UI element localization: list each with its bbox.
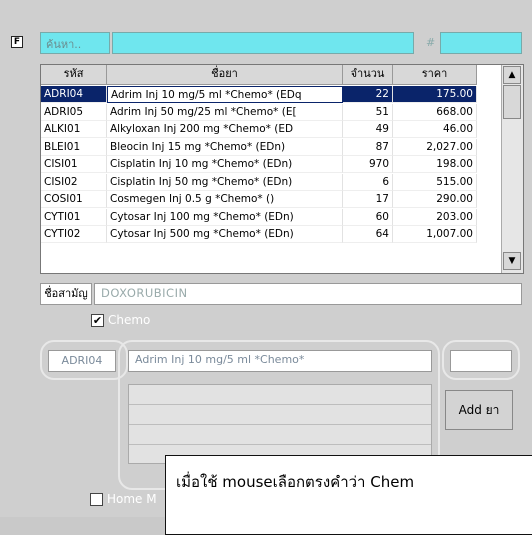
cell-code: ALKI01 bbox=[41, 121, 107, 138]
column-header-name[interactable]: ชื่อยา bbox=[107, 65, 343, 85]
cell-drug-name: Cisplatin Inj 50 mg *Chemo* (EDn) bbox=[107, 173, 343, 191]
cell-code: CISI02 bbox=[41, 173, 107, 191]
cell-quantity: 64 bbox=[343, 226, 393, 243]
cell-drug-name: Cosmegen Inj 0.5 g *Chemo* () bbox=[107, 191, 343, 208]
cell-code: COSI01 bbox=[41, 191, 107, 208]
search-text-field[interactable] bbox=[112, 32, 414, 54]
cell-code: CYTI02 bbox=[41, 226, 107, 243]
home-med-checkbox[interactable] bbox=[90, 493, 103, 506]
cell-drug-name: Cytosar Inj 500 mg *Chemo* (EDn) bbox=[107, 226, 343, 243]
cell-code: ADRI05 bbox=[41, 103, 107, 121]
cell-code: BLEI01 bbox=[41, 138, 107, 156]
add-drug-button[interactable]: Add ยา bbox=[445, 390, 513, 430]
added-drugs-list[interactable] bbox=[128, 384, 432, 464]
cell-drug-name: Cisplatin Inj 10 mg *Chemo* (EDn) bbox=[107, 156, 343, 173]
table-row[interactable]: ADRI04 Adrim Inj 10 mg/5 ml *Chemo* (EDq 2… bbox=[41, 86, 499, 103]
list-divider bbox=[129, 424, 431, 425]
cell-code: CYTI01 bbox=[41, 208, 107, 226]
cell-quantity: 970 bbox=[343, 156, 393, 173]
list-divider bbox=[129, 444, 431, 445]
hash-label: # bbox=[426, 36, 436, 49]
table-header: รหัส ชื่อยา จำนวน ราคา bbox=[41, 65, 499, 85]
quantity-field[interactable] bbox=[450, 350, 512, 372]
cell-price: 515.00 bbox=[393, 173, 477, 191]
cell-drug-name: Bleocin Inj 15 mg *Chemo* (EDn) bbox=[107, 138, 343, 156]
cell-code: CISI01 bbox=[41, 156, 107, 173]
cell-quantity: 17 bbox=[343, 191, 393, 208]
table-row[interactable]: CISI02 Cisplatin Inj 50 mg *Chemo* (EDn) 6… bbox=[41, 173, 499, 191]
table-scrollbar[interactable]: ▲ ▼ bbox=[501, 65, 523, 273]
scroll-up-icon[interactable]: ▲ bbox=[503, 66, 521, 84]
column-header-price[interactable]: ราคา bbox=[393, 65, 477, 85]
table-row[interactable]: COSI01 Cosmegen Inj 0.5 g *Chemo* () 17 290… bbox=[41, 191, 499, 208]
scroll-thumb[interactable] bbox=[503, 85, 521, 119]
selected-code-field[interactable]: ADRI04 bbox=[48, 350, 116, 372]
cell-quantity: 87 bbox=[343, 138, 393, 156]
list-divider bbox=[129, 404, 431, 405]
window-menu-icon[interactable]: F bbox=[11, 36, 23, 48]
cell-quantity: 6 bbox=[343, 173, 393, 191]
number-input[interactable] bbox=[440, 32, 522, 54]
generic-name-field[interactable]: DOXORUBICIN bbox=[94, 283, 522, 305]
cell-price: 203.00 bbox=[393, 208, 477, 226]
column-header-qty[interactable]: จำนวน bbox=[343, 65, 393, 85]
cell-drug-name: Cytosar Inj 100 mg *Chemo* (EDn) bbox=[107, 208, 343, 226]
callout-text: เมื่อใช้ mouseเลือกตรงคำว่า Chem bbox=[176, 473, 415, 491]
column-header-code[interactable]: รหัส bbox=[41, 65, 107, 85]
cell-price: 198.00 bbox=[393, 156, 477, 173]
cell-quantity: 22 bbox=[343, 86, 393, 103]
cell-drug-name: Adrim Inj 10 mg/5 ml *Chemo* (EDq bbox=[107, 86, 343, 103]
cell-price: 1,007.00 bbox=[393, 226, 477, 243]
chemo-label[interactable]: Chemo bbox=[108, 313, 150, 327]
cell-quantity: 60 bbox=[343, 208, 393, 226]
cell-price: 2,027.00 bbox=[393, 138, 477, 156]
cell-quantity: 49 bbox=[343, 121, 393, 138]
cell-price: 175.00 bbox=[393, 86, 477, 103]
drug-entry-panel: F ค้นหา.. # รหัส ชื่อยา จำนวน ราคา ADRI0… bbox=[0, 0, 532, 535]
table-row[interactable]: CISI01 Cisplatin Inj 10 mg *Chemo* (EDn) 9… bbox=[41, 156, 499, 173]
cell-price: 668.00 bbox=[393, 103, 477, 121]
selected-name-field[interactable]: Adrim Inj 10 mg/5 ml *Chemo* bbox=[128, 350, 432, 372]
cell-quantity: 51 bbox=[343, 103, 393, 121]
table-row[interactable]: BLEI01 Bleocin Inj 15 mg *Chemo* (EDn) 87 2… bbox=[41, 138, 499, 156]
generic-name-label: ชื่อสามัญ bbox=[40, 283, 92, 305]
table-row[interactable]: ALKI01 Alkyloxan Inj 200 mg *Chemo* (ED 49… bbox=[41, 121, 499, 138]
table-row[interactable]: ADRI05 Adrim Inj 50 mg/25 ml *Chemo* (E[5… bbox=[41, 103, 499, 121]
chemo-checkbox[interactable]: ✔ bbox=[91, 314, 104, 327]
drug-table: รหัส ชื่อยา จำนวน ราคา ADRI04 Adrim Inj 1… bbox=[40, 64, 524, 274]
cell-price: 46.00 bbox=[393, 121, 477, 138]
cell-drug-name: Alkyloxan Inj 200 mg *Chemo* (ED bbox=[107, 121, 343, 138]
instruction-callout: เมื่อใช้ mouseเลือกตรงคำว่า Chem bbox=[165, 455, 532, 535]
search-input[interactable]: ค้นหา.. bbox=[40, 32, 110, 54]
table-row[interactable]: CYTI01 Cytosar Inj 100 mg *Chemo* (EDn) 60… bbox=[41, 208, 499, 226]
cell-drug-name: Adrim Inj 50 mg/25 ml *Chemo* (E[ bbox=[107, 103, 343, 121]
home-med-label[interactable]: Home M bbox=[107, 492, 157, 506]
cell-code: ADRI04 bbox=[41, 86, 107, 103]
scroll-down-icon[interactable]: ▼ bbox=[503, 252, 521, 270]
table-row[interactable]: CYTI02 Cytosar Inj 500 mg *Chemo* (EDn) 64… bbox=[41, 226, 499, 243]
cell-price: 290.00 bbox=[393, 191, 477, 208]
